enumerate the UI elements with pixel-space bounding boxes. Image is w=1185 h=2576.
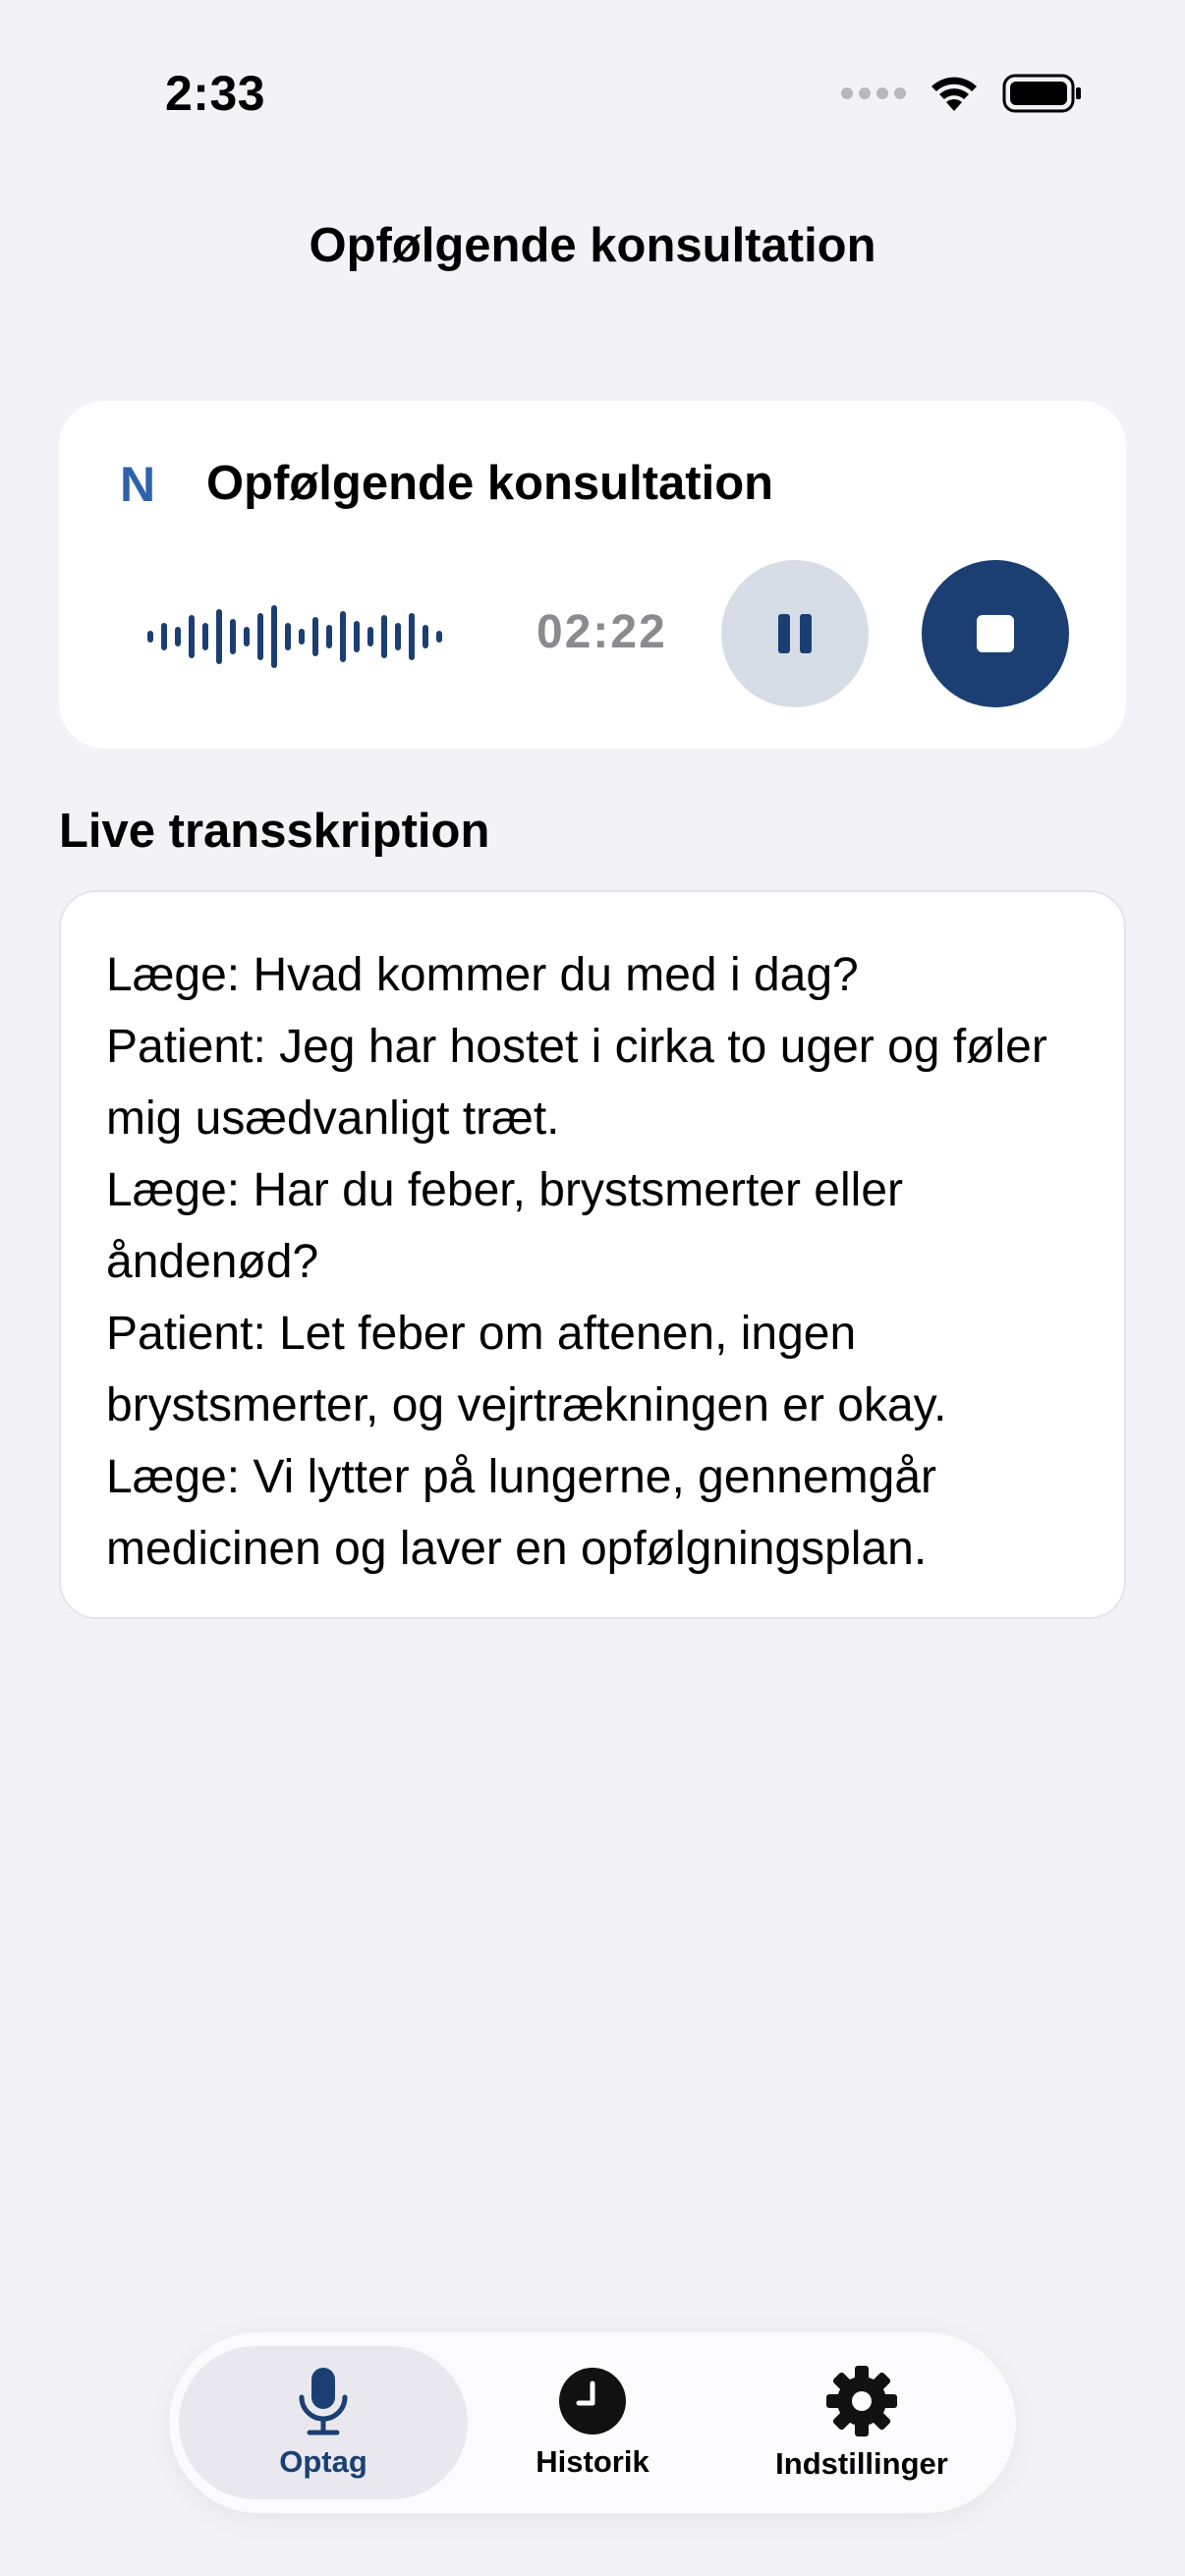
pause-icon: [778, 614, 790, 653]
battery-icon: [1002, 74, 1081, 113]
transcript-line: Patient: Let feber om aftenen, ingen bry…: [106, 1308, 947, 1431]
transcript-line: Læge: Har du feber, brystsmerter eller å…: [106, 1164, 904, 1288]
recording-timer: 02:22: [536, 606, 667, 658]
tab-label: Indstillinger: [775, 2446, 948, 2481]
transcription-box: Læge: Hvad kommer du med i dag? Patient:…: [59, 890, 1126, 1619]
status-indicators: [841, 73, 1083, 114]
recording-title: Opfølgende konsultation: [206, 457, 774, 510]
transcript-line: Patient: Jeg har hostet i cirka to uger …: [106, 1021, 1047, 1145]
tab-indstillinger[interactable]: Indstillinger: [717, 2346, 1006, 2499]
signal-dots-icon: [841, 87, 906, 99]
screen: 2:33 Opfølgende konsultation N Opfølgend…: [0, 0, 1185, 2576]
tab-bar: Optag Historik Indstillinger: [169, 2332, 1016, 2513]
page-title: Opfølgende konsultation: [309, 219, 876, 272]
recording-card: N Opfølgende konsultation 02:22: [59, 401, 1126, 749]
app-logo: N: [120, 457, 156, 512]
stop-icon: [977, 615, 1014, 652]
tab-label: Optag: [279, 2444, 367, 2479]
stop-button[interactable]: [922, 560, 1069, 707]
transcript-line: Læge: Vi lytter på lungerne, gennemgår m…: [106, 1451, 936, 1575]
waveform-icon: [147, 605, 442, 668]
transcription-heading: Live transskription: [59, 805, 490, 858]
clock-icon: [559, 2368, 626, 2435]
wifi-icon: [931, 77, 977, 111]
status-time: 2:33: [165, 66, 266, 121]
gear-icon: [826, 2366, 897, 2436]
tab-label: Historik: [536, 2444, 649, 2479]
tab-optag[interactable]: Optag: [179, 2346, 468, 2499]
pause-icon-bar: [800, 614, 812, 653]
tab-historik[interactable]: Historik: [448, 2346, 737, 2499]
microphone-icon: [299, 2368, 348, 2436]
transcript-line: Læge: Hvad kommer du med i dag?: [106, 949, 859, 1001]
pause-button[interactable]: [721, 560, 869, 707]
